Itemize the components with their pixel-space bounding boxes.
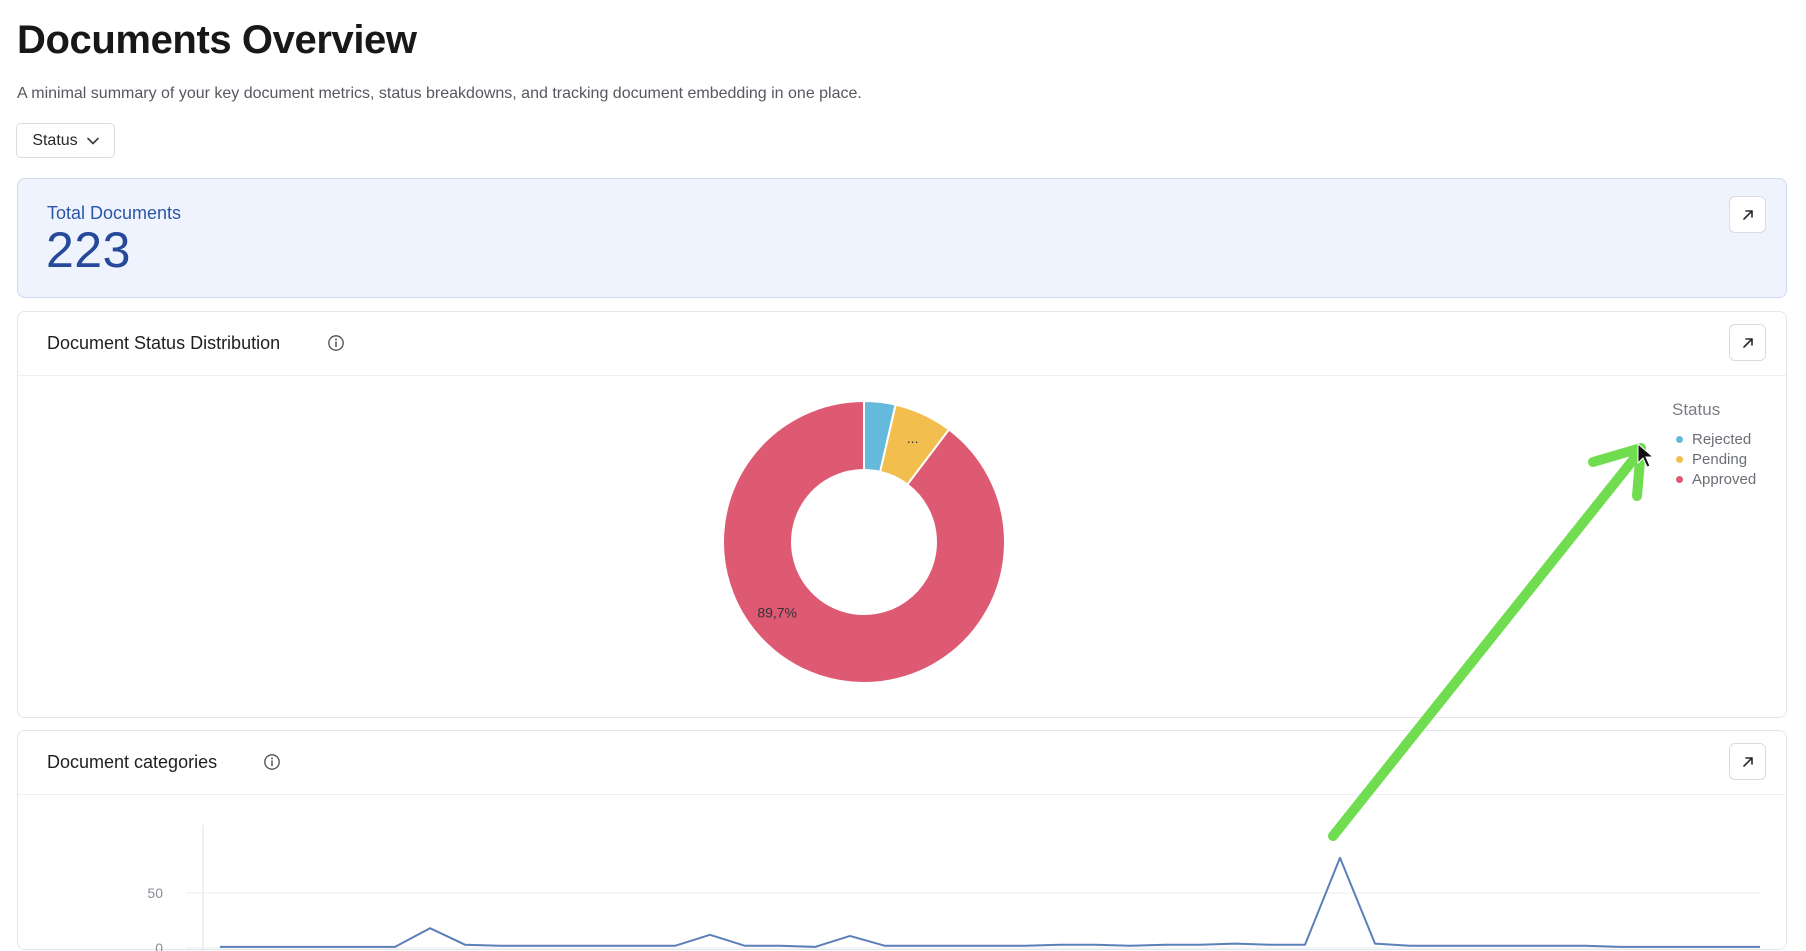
category-point[interactable] bbox=[1268, 942, 1273, 947]
chevron-down-icon bbox=[86, 137, 99, 144]
category-point[interactable] bbox=[1548, 943, 1553, 948]
category-point[interactable] bbox=[393, 944, 398, 949]
legend-swatch-approved bbox=[1676, 475, 1683, 483]
status-legend: Status Rejected Pending Approved bbox=[1672, 400, 1756, 489]
category-point[interactable] bbox=[288, 944, 293, 949]
category-point[interactable] bbox=[603, 943, 608, 948]
document-categories-header: Document categories bbox=[18, 731, 1786, 795]
status-distribution-header: Document Status Distribution bbox=[18, 312, 1786, 376]
category-point[interactable] bbox=[848, 933, 853, 938]
category-point[interactable] bbox=[568, 943, 573, 948]
legend-label-approved: Approved bbox=[1692, 470, 1757, 488]
category-point[interactable] bbox=[1373, 941, 1378, 946]
category-point[interactable] bbox=[673, 943, 678, 948]
category-point[interactable] bbox=[358, 944, 363, 949]
category-point[interactable] bbox=[463, 942, 468, 947]
legend-label-rejected: Rejected bbox=[1692, 430, 1752, 448]
category-point[interactable] bbox=[1583, 943, 1588, 948]
category-point[interactable] bbox=[1478, 943, 1483, 948]
category-series-line bbox=[220, 856, 1760, 948]
legend-item-rejected[interactable]: Rejected bbox=[1672, 429, 1756, 449]
info-icon[interactable] bbox=[263, 753, 281, 771]
category-point[interactable] bbox=[883, 943, 888, 948]
status-distribution-title: Document Status Distribution bbox=[47, 333, 281, 353]
status-distribution-card: Document Status Distribution ... 89,7% St… bbox=[17, 311, 1787, 718]
category-point[interactable] bbox=[1443, 943, 1448, 948]
category-point[interactable] bbox=[708, 932, 713, 937]
category-point[interactable] bbox=[953, 943, 958, 948]
category-point[interactable] bbox=[218, 944, 223, 949]
category-point[interactable] bbox=[778, 943, 783, 948]
y-tick-label-0: 0 bbox=[155, 940, 163, 951]
category-point[interactable] bbox=[1618, 944, 1623, 949]
status-donut-chart: ... 89,7% bbox=[722, 399, 1006, 684]
category-point[interactable] bbox=[1303, 942, 1308, 947]
category-point[interactable] bbox=[1688, 944, 1693, 949]
category-point[interactable] bbox=[1513, 943, 1518, 948]
category-point[interactable] bbox=[988, 943, 993, 948]
category-point[interactable] bbox=[1653, 944, 1658, 949]
status-filter-dropdown[interactable]: Status bbox=[16, 123, 115, 158]
document-categories-expand-button[interactable] bbox=[1729, 743, 1766, 780]
category-point[interactable] bbox=[1408, 943, 1413, 948]
legend-label-pending: Pending bbox=[1692, 450, 1748, 468]
category-point[interactable] bbox=[253, 944, 258, 949]
category-point[interactable] bbox=[323, 944, 328, 949]
total-documents-value: 223 bbox=[46, 222, 131, 278]
legend-swatch-pending bbox=[1676, 455, 1683, 463]
category-point[interactable] bbox=[1093, 942, 1098, 947]
arrow-up-right-icon bbox=[1742, 337, 1753, 348]
category-point[interactable] bbox=[1338, 855, 1343, 860]
category-point[interactable] bbox=[533, 943, 538, 948]
legend-swatch-rejected bbox=[1676, 435, 1683, 443]
total-documents-expand-button[interactable] bbox=[1729, 196, 1766, 233]
page-subtitle: A minimal summary of your key document m… bbox=[17, 85, 862, 102]
category-point[interactable] bbox=[1198, 942, 1203, 947]
document-categories-card: Document categories 0 50 bbox=[17, 730, 1787, 951]
category-point[interactable] bbox=[498, 943, 503, 948]
category-point[interactable] bbox=[743, 943, 748, 948]
donut-label-approved: 89,7% bbox=[757, 605, 797, 621]
category-point[interactable] bbox=[1233, 941, 1238, 946]
category-point[interactable] bbox=[1023, 943, 1028, 948]
donut-label-pending: ... bbox=[907, 430, 919, 446]
category-point[interactable] bbox=[1058, 942, 1063, 947]
arrow-up-right-icon bbox=[1742, 209, 1753, 220]
category-point[interactable] bbox=[813, 944, 818, 949]
status-filter-label: Status bbox=[32, 131, 78, 149]
y-tick-label-50: 50 bbox=[147, 885, 163, 901]
legend-title: Status bbox=[1672, 400, 1721, 419]
category-point[interactable] bbox=[1163, 942, 1168, 947]
document-categories-title: Document categories bbox=[47, 752, 218, 772]
status-distribution-expand-button[interactable] bbox=[1729, 324, 1766, 361]
category-point[interactable] bbox=[638, 943, 643, 948]
total-documents-card: Total Documents 223 bbox=[17, 178, 1787, 298]
legend-item-approved[interactable]: Approved bbox=[1672, 469, 1756, 489]
legend-item-pending[interactable]: Pending bbox=[1672, 449, 1756, 469]
category-point[interactable] bbox=[918, 943, 923, 948]
arrow-up-right-icon bbox=[1742, 756, 1753, 767]
category-point[interactable] bbox=[1758, 944, 1763, 949]
info-icon[interactable] bbox=[327, 334, 345, 352]
category-point[interactable] bbox=[1128, 943, 1133, 948]
category-point[interactable] bbox=[428, 926, 433, 931]
category-point[interactable] bbox=[1723, 944, 1728, 949]
donut-slice-approved[interactable] bbox=[722, 399, 1006, 684]
page-title: Documents Overview bbox=[17, 18, 417, 62]
document-categories-line-chart: 0 50 bbox=[147, 825, 1763, 951]
